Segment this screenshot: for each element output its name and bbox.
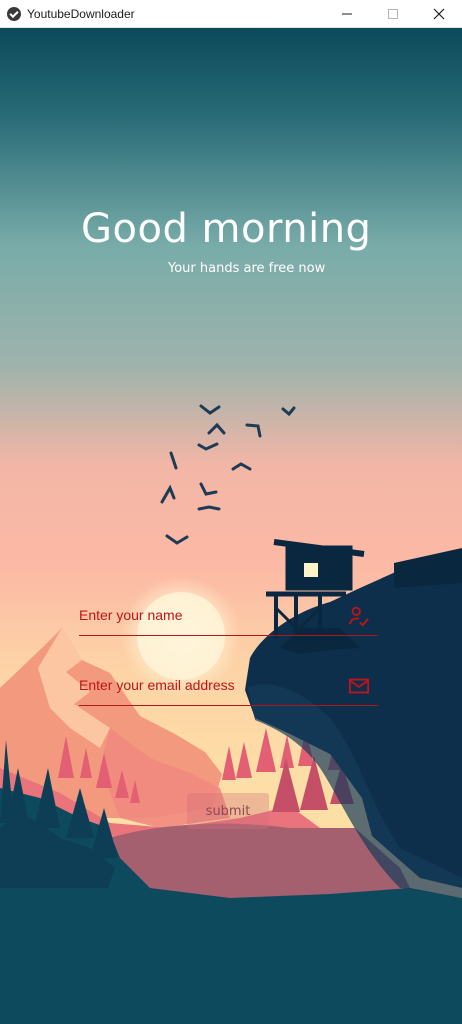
window-title: YoutubeDownloader <box>27 6 135 21</box>
app-logo-icon <box>7 6 21 21</box>
email-input[interactable] <box>79 673 341 697</box>
minimize-button[interactable] <box>324 0 370 27</box>
close-button[interactable] <box>416 0 462 27</box>
envelope-icon <box>348 678 370 694</box>
name-field[interactable] <box>79 599 378 636</box>
minimize-icon <box>342 13 352 14</box>
cabin-window <box>304 563 318 577</box>
greeting-subtitle: Your hands are free now <box>168 261 326 276</box>
title-bar: YoutubeDownloader <box>0 0 462 28</box>
background-scene: Good morning Your hands are free now sub… <box>0 28 462 1024</box>
maximize-button[interactable] <box>370 0 416 27</box>
email-field[interactable] <box>79 669 378 706</box>
close-icon <box>433 8 445 19</box>
user-check-icon <box>348 606 369 627</box>
maximize-icon <box>388 8 398 19</box>
name-input[interactable] <box>79 603 341 627</box>
submit-button[interactable]: submit <box>187 793 269 829</box>
sunrise-landscape-illustration <box>0 28 462 1024</box>
greeting-title: Good morning <box>81 206 372 252</box>
